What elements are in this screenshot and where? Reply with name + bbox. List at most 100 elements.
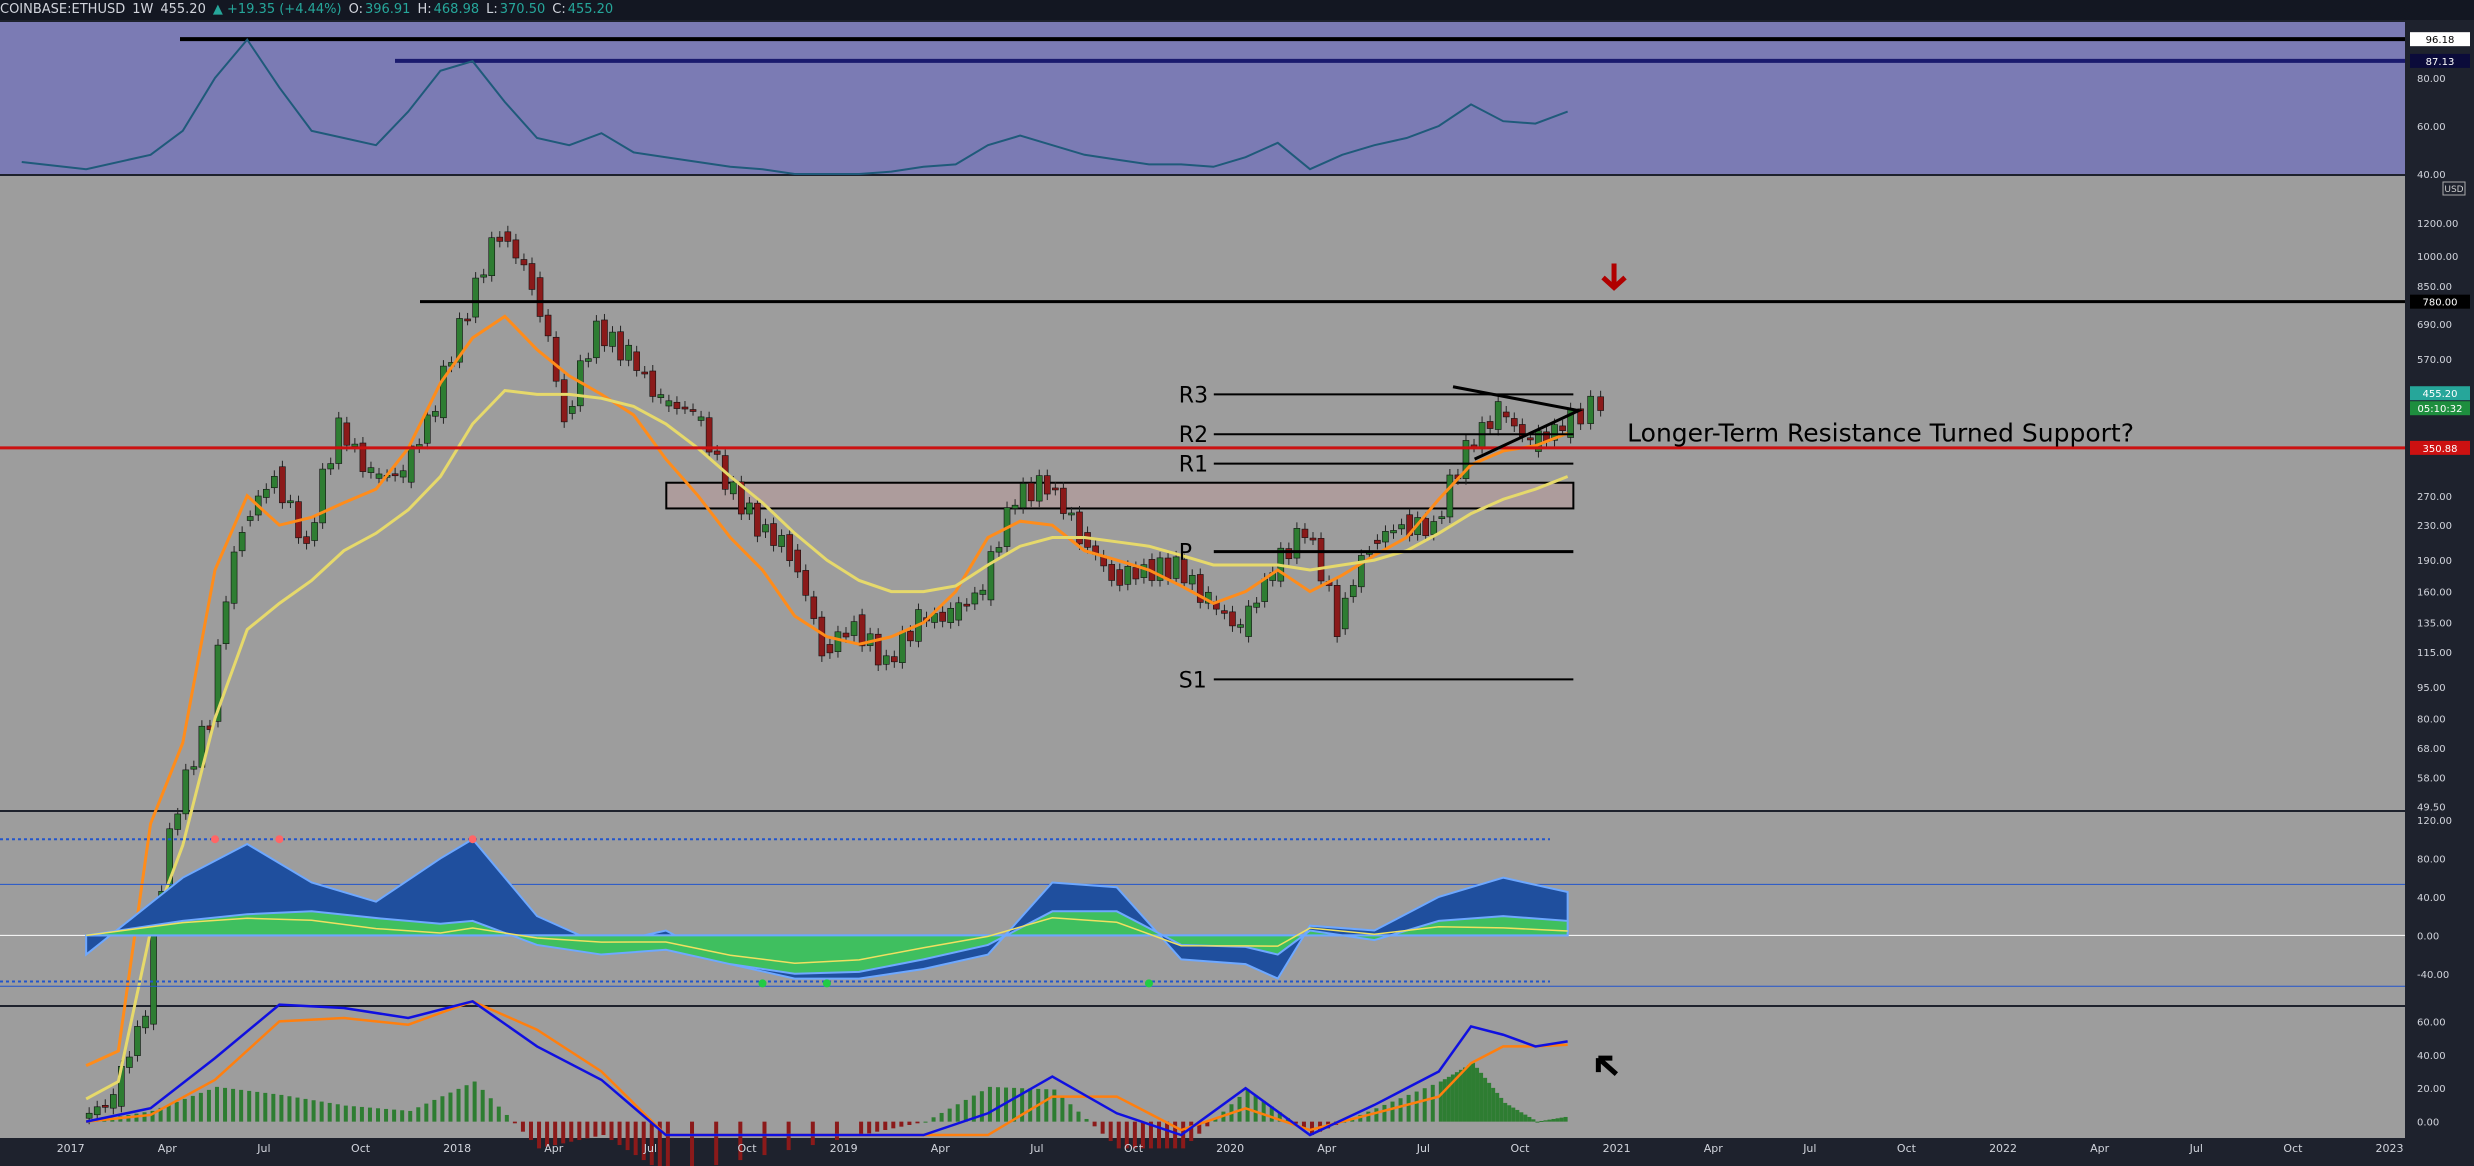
candle [778, 535, 785, 547]
candle [464, 318, 471, 322]
x-axis-label: Apr [1704, 1142, 1724, 1155]
candle [182, 769, 190, 815]
macd-histogram-bar [987, 1086, 992, 1122]
macd-histogram-bar [1543, 1120, 1548, 1122]
macd-histogram-bar [432, 1099, 437, 1122]
macd-histogram-bar [867, 1121, 872, 1134]
macd-histogram-bar [408, 1110, 413, 1122]
macd-histogram-bar [810, 1121, 815, 1146]
candle [1124, 566, 1132, 585]
candle [754, 502, 761, 537]
candle [512, 239, 520, 259]
candle [1587, 395, 1594, 424]
candle [1116, 569, 1124, 586]
candle [1446, 474, 1454, 518]
macd-histogram-bar [287, 1096, 292, 1122]
macd-histogram-bar [351, 1106, 356, 1122]
macd-histogram-bar [1108, 1121, 1113, 1142]
macd-histogram-bar [1475, 1067, 1480, 1122]
support-zone [665, 481, 1575, 510]
candle [899, 631, 906, 663]
macd-histogram-bar [1092, 1121, 1097, 1127]
pivot-label-r3: R3 [1179, 383, 1208, 408]
candle [1390, 530, 1397, 534]
candle [190, 766, 198, 770]
candle [1108, 564, 1116, 581]
candle [1486, 421, 1494, 429]
macd-histogram-bar [1068, 1104, 1073, 1122]
macd-histogram-bar [601, 1121, 606, 1136]
wave-tick-label: 80.00 [2417, 854, 2446, 865]
candle [939, 611, 946, 622]
candle [1229, 611, 1236, 627]
macd-histogram-bar [480, 1089, 485, 1122]
candle [585, 358, 592, 362]
candle [1221, 610, 1228, 614]
candle [1245, 605, 1252, 637]
macd-histogram-bar [633, 1121, 638, 1156]
macd-histogram-bar [488, 1098, 493, 1122]
candle [1438, 516, 1446, 519]
wave-signal-dot [1144, 979, 1153, 988]
candle [432, 411, 439, 417]
symbol-label[interactable]: COINBASE:ETHUSD [0, 2, 125, 17]
candle [1035, 475, 1043, 502]
candle [858, 614, 866, 647]
candle [552, 336, 560, 382]
macd-histogram-bar [1499, 1097, 1504, 1122]
candle [1559, 425, 1566, 431]
macd-histogram-bar [182, 1098, 187, 1122]
x-axis-label: Oct [1124, 1142, 1144, 1155]
macd-histogram-bar [1559, 1117, 1564, 1122]
pivot-label-p: P [1179, 541, 1192, 566]
macd-histogram-bar [947, 1108, 952, 1122]
candle [1333, 585, 1341, 637]
wave-signal-dot [822, 979, 831, 988]
wave-tick-label: 40.00 [2417, 893, 2446, 904]
macd-histogram-bar [1406, 1094, 1411, 1122]
macd-histogram-bar [1390, 1101, 1395, 1122]
rsi-panel [0, 22, 2405, 174]
close-label: C: [552, 2, 566, 17]
macd-histogram-bar [1382, 1104, 1387, 1122]
macd-histogram-bar [1555, 1118, 1560, 1122]
macd-histogram-bar [609, 1121, 614, 1141]
candle [142, 1015, 149, 1029]
candle [262, 488, 270, 498]
macd-histogram-bar [891, 1121, 896, 1129]
macd-histogram-bar [1253, 1095, 1258, 1122]
candle [1502, 411, 1510, 418]
price-tick-label: 850.00 [2417, 282, 2452, 293]
candle [174, 813, 182, 830]
price-tick-label: 58.00 [2417, 773, 2446, 784]
macd-tick-label: 60.00 [2417, 1017, 2446, 1028]
high-value: 468.98 [433, 2, 480, 17]
macd-histogram-bar [875, 1121, 880, 1132]
macd-histogram-bar [206, 1089, 211, 1122]
candle [609, 331, 616, 347]
candle [279, 466, 286, 504]
macd-histogram-bar [1511, 1107, 1516, 1122]
macd-histogram-bar [440, 1096, 445, 1122]
candle [560, 379, 568, 423]
price-tick-label: 230.00 [2417, 521, 2452, 532]
candle [995, 547, 1003, 553]
x-axis-label: 2018 [443, 1142, 471, 1155]
price-tick-label: 49.50 [2417, 802, 2446, 813]
candle [1293, 528, 1301, 559]
low-value: 370.50 [499, 2, 546, 17]
chart-canvas[interactable]: 80.00 60.00 40.00 96.18 87.13 1200.00 1000.00 8… [0, 20, 2474, 1166]
wave-tick-label: 120.00 [2417, 816, 2452, 827]
candle [1019, 483, 1027, 509]
price-tick-label: 570.00 [2417, 355, 2452, 366]
rsi-tick-label: 40.00 [2417, 170, 2446, 181]
price-tick-label: 270.00 [2417, 492, 2452, 503]
macd-histogram-bar [367, 1107, 372, 1122]
interval-label[interactable]: 1W [132, 2, 153, 17]
candle [375, 473, 383, 479]
candle [110, 1094, 117, 1109]
open-label: O: [348, 2, 363, 17]
macd-histogram-bar [665, 1121, 670, 1166]
macd-histogram-bar [472, 1081, 477, 1122]
candle [593, 320, 600, 359]
